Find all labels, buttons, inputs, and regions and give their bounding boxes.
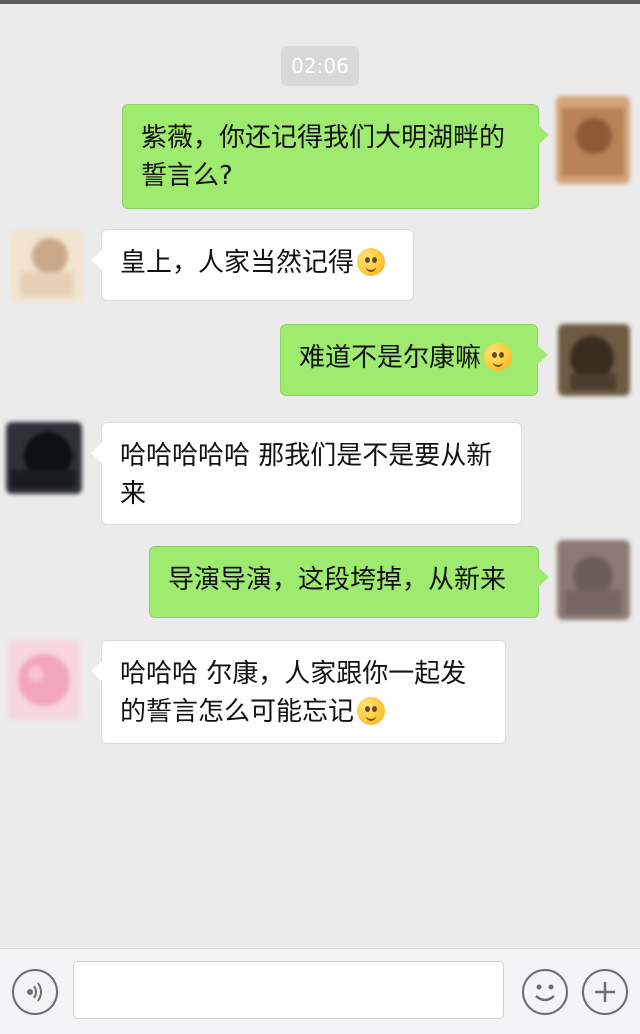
chat-bubble-left: 哈哈哈哈哈 那我们是不是要从新来 [91, 422, 522, 525]
avatar-left[interactable] [8, 640, 80, 720]
message-text: 导演导演，这段垮掉，从新来 [168, 565, 507, 595]
emoji-mouth [493, 360, 504, 367]
chat-area[interactable]: 02:06 紫薇，你还记得我们大明湖畔的誓言么? 皇上，人家当然记得 难道不是尔… [0, 4, 640, 948]
plus-icon [595, 982, 615, 1002]
emoji-button[interactable] [522, 969, 568, 1015]
emoji-mouth [366, 265, 377, 272]
message-text: 皇上，人家当然记得 [120, 248, 355, 278]
chat-bubble-left: 皇上，人家当然记得 [91, 229, 414, 301]
voice-button[interactable] [12, 969, 58, 1015]
input-bar [0, 948, 640, 1034]
avatar-left[interactable] [6, 422, 82, 494]
voice-icon [27, 982, 42, 1002]
chat-bubble-right: 导演导演，这段垮掉，从新来 [149, 546, 549, 618]
message-text: 难道不是尔康嘛 [299, 343, 482, 373]
smiley-icon [535, 984, 555, 1002]
avatar-left[interactable] [10, 230, 82, 302]
message-text: 哈哈哈 尔康，人家跟你一起发的誓言怎么可能忘记 [120, 659, 467, 727]
message-text: 紫薇，你还记得我们大明湖畔的誓言么? [141, 123, 506, 191]
chat-bubble-right: 紫薇，你还记得我们大明湖畔的誓言么? [122, 104, 549, 209]
message-text: 哈哈哈哈哈 那我们是不是要从新来 [120, 441, 493, 509]
avatar-right[interactable] [556, 96, 630, 184]
heart-eyes-emoji [357, 697, 386, 725]
chat-bubble-left: 哈哈哈 尔康，人家跟你一起发的誓言怎么可能忘记 [91, 640, 506, 744]
add-button[interactable] [582, 969, 628, 1015]
avatar-right[interactable] [558, 324, 630, 396]
laughing-crying-emoji [484, 343, 513, 371]
emoji-mouth [366, 714, 377, 721]
message-input[interactable] [73, 961, 504, 1019]
timestamp: 02:06 [281, 46, 359, 86]
smiling-face-emoji [357, 248, 386, 276]
chat-bubble-right: 难道不是尔康嘛 [280, 324, 548, 396]
avatar-right[interactable] [557, 540, 630, 620]
